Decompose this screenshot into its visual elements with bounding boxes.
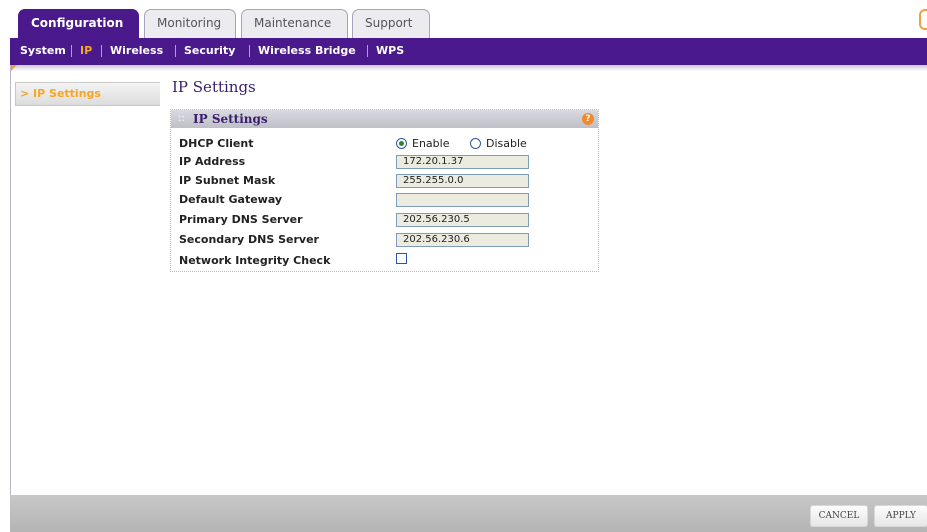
ip-address-label: IP Address [179,155,246,168]
tab-maintenance[interactable]: Maintenance [241,9,348,38]
apply-button[interactable]: APPLY [874,505,927,527]
subnet-mask-label: IP Subnet Mask [179,174,276,187]
sidebar-item-ip-settings[interactable]: > IP Settings [15,82,160,106]
panel-header: :: IP Settings ? [171,110,598,128]
default-gateway-label: Default Gateway [179,193,283,206]
subnav-wireless-bridge[interactable]: Wireless Bridge [258,38,356,63]
subnav-divider [175,45,176,57]
subnav-divider [249,45,250,57]
dhcp-disable-label: Disable [486,137,527,150]
ip-settings-panel: :: IP Settings ? DHCP Client Enable Disa… [170,109,599,272]
ip-address-input[interactable]: 172.20.1.37 [396,155,529,169]
left-rail [10,65,11,495]
subnav-ip[interactable]: IP [80,38,92,63]
primary-dns-input[interactable]: 202.56.230.5 [396,213,529,227]
network-integrity-label: Network Integrity Check [179,254,331,267]
corner-button[interactable] [919,9,927,30]
panel-title: IP Settings [193,112,268,126]
radio-checked-icon [396,138,407,149]
drag-grip-icon: :: [178,113,185,124]
subnav-divider [101,45,102,57]
radio-unchecked-icon [470,138,481,149]
tab-support[interactable]: Support [352,9,430,38]
network-integrity-checkbox[interactable] [396,253,407,264]
subnav-system[interactable]: System [20,38,66,63]
tab-configuration[interactable]: Configuration [18,9,139,38]
secondary-dns-input[interactable]: 202.56.230.6 [396,233,529,247]
subnav-divider [71,45,72,57]
top-tab-bar: Configuration Monitoring Maintenance Sup… [10,0,927,38]
subnet-mask-input[interactable]: 255.255.0.0 [396,174,529,188]
subnav-divider [367,45,368,57]
subnav-wps[interactable]: WPS [376,38,404,63]
tab-monitoring[interactable]: Monitoring [144,9,236,38]
cancel-button[interactable]: CANCEL [810,505,868,527]
primary-dns-label: Primary DNS Server [179,213,303,226]
footer-bar: CANCEL APPLY [10,495,927,532]
default-gateway-input[interactable] [396,193,529,207]
subnav-wireless[interactable]: Wireless [110,38,163,63]
help-icon[interactable]: ? [582,113,594,125]
corner-accent [10,65,17,72]
page-title: IP Settings [172,78,256,96]
subnav-shadow [10,65,927,71]
dhcp-client-label: DHCP Client [179,137,254,150]
secondary-dns-label: Secondary DNS Server [179,233,319,246]
subnav-security[interactable]: Security [184,38,235,63]
sub-navigation: System IP Wireless Security Wireless Bri… [10,38,927,65]
dhcp-enable-label: Enable [412,137,450,150]
